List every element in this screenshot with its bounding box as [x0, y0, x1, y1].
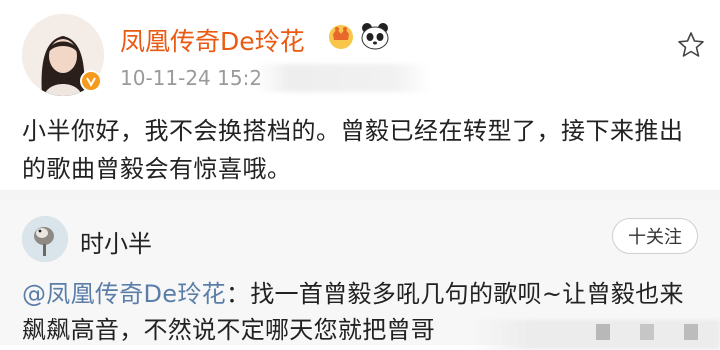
- obscured-region: [470, 320, 720, 350]
- pixel-block: [684, 324, 698, 340]
- obscured-region: [255, 64, 430, 92]
- pixel-block: [596, 324, 610, 340]
- follow-button[interactable]: 十关注: [612, 218, 698, 254]
- mention-link[interactable]: @凤凰传奇De玲花: [22, 280, 226, 308]
- bird-avatar-photo[interactable]: [22, 216, 68, 262]
- post-timestamp: 10-11-24 15:2: [120, 66, 263, 90]
- section-divider: [0, 190, 720, 200]
- verified-badge-icon: [80, 70, 102, 92]
- post-header: 凤凰传奇De玲花 10-11-24 15:2: [0, 0, 720, 100]
- star-outline-icon[interactable]: [676, 30, 706, 60]
- post-text: 小半你好，我不会换搭档的。曾毅已经在转型了，接下来推出的歌曲曾毅会有惊喜哦。: [22, 117, 684, 183]
- commenter-username[interactable]: 时小半: [80, 224, 152, 259]
- crown-emoji-icon: [329, 25, 353, 49]
- post-username[interactable]: 凤凰传奇De玲花: [120, 22, 305, 58]
- retweet-box[interactable]: 时小半 十关注 @凤凰传奇De玲花：找一首曾毅多吼几句的歌呗~让曾毅也来飙飙高音…: [0, 200, 720, 350]
- pixel-block: [640, 324, 654, 340]
- panda-emoji-icon: [361, 23, 389, 50]
